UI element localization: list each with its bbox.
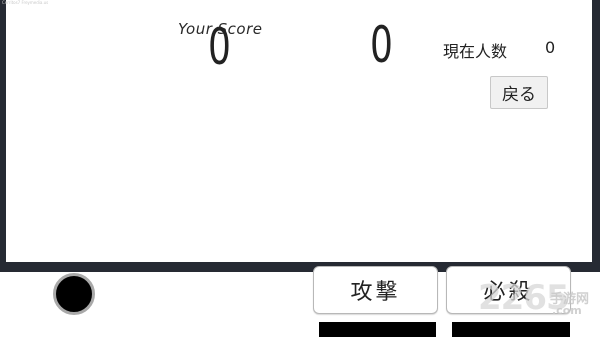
- top-caption: Cerritos7 Freymedia.us: [2, 0, 49, 5]
- game-screen: Cerritos7 Freymedia.us Your Score 0 0 現在…: [0, 0, 600, 337]
- back-button[interactable]: 戻る: [490, 76, 548, 109]
- frame-left-border: [0, 0, 6, 272]
- joystick-control[interactable]: [53, 273, 95, 315]
- special-gauge-bar: [452, 322, 570, 337]
- current-players-count: 0: [545, 38, 556, 57]
- site-watermark: 2265 手游网 .com: [478, 278, 600, 322]
- watermark-domain: .com: [552, 304, 582, 317]
- player-score: 0: [208, 18, 231, 76]
- frame-right-border: [592, 0, 600, 272]
- attack-button[interactable]: 攻撃: [313, 266, 438, 314]
- attack-gauge-bar: [319, 322, 436, 337]
- current-players-label: 現在人数: [443, 42, 508, 61]
- opponent-score: 0: [370, 16, 393, 74]
